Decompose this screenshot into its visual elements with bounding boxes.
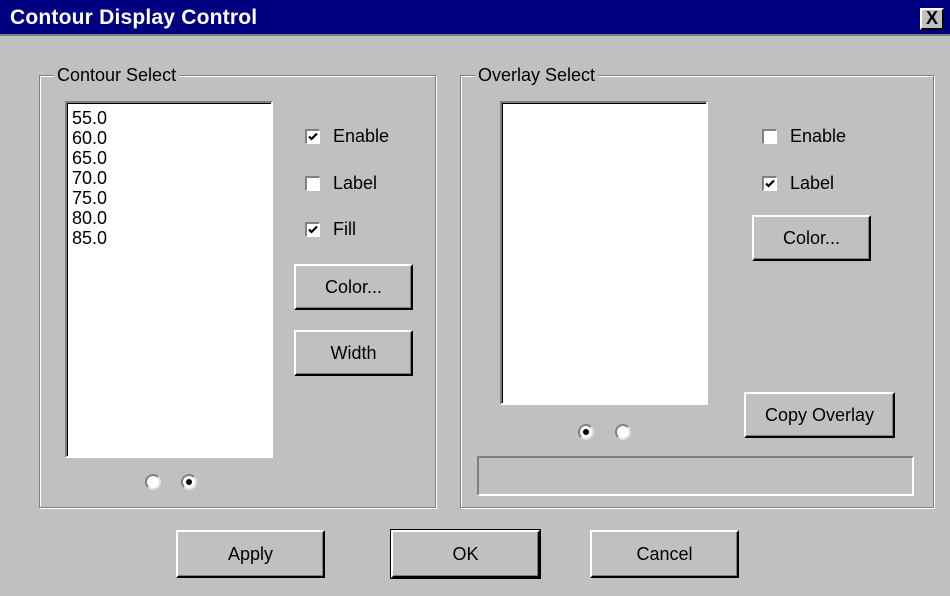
title-bar: Contour Display Control X <box>0 0 950 36</box>
overlay-list[interactable] <box>500 101 708 405</box>
radio-dot-icon <box>583 429 589 435</box>
contour-width-button[interactable]: Width <box>294 330 413 376</box>
radio-dot-icon <box>186 479 192 485</box>
checkbox-box[interactable] <box>305 222 320 237</box>
list-item[interactable]: 65.0 <box>67 148 271 168</box>
cancel-button[interactable]: Cancel <box>590 530 739 578</box>
contour-enable-checkbox[interactable]: Enable <box>305 126 389 147</box>
copy-overlay-button[interactable]: Copy Overlay <box>744 392 895 438</box>
list-item[interactable]: 60.0 <box>67 128 271 148</box>
contour-radio-1[interactable] <box>145 474 161 490</box>
checkbox-label: Enable <box>790 126 847 146</box>
overlay-status-field[interactable] <box>477 456 914 496</box>
checkmark-icon <box>308 132 318 141</box>
overlay-select-label: Overlay Select <box>475 64 599 86</box>
contour-levels-list[interactable]: 55.0 60.0 65.0 70.0 75.0 80.0 85.0 <box>65 101 273 458</box>
list-item[interactable]: 80.0 <box>67 208 271 228</box>
close-icon: X <box>925 8 938 28</box>
checkbox-box[interactable] <box>762 176 777 191</box>
checkbox-box[interactable] <box>762 129 777 144</box>
contour-fill-checkbox[interactable]: Fill <box>305 219 356 240</box>
checkmark-icon <box>308 225 318 234</box>
checkmark-icon <box>765 179 775 188</box>
checkbox-box[interactable] <box>305 176 320 191</box>
list-item[interactable]: 70.0 <box>67 168 271 188</box>
window-title: Contour Display Control <box>10 6 258 29</box>
overlay-radio-1[interactable] <box>578 424 594 440</box>
checkbox-label: Enable <box>333 126 390 146</box>
contour-color-button[interactable]: Color... <box>294 264 413 310</box>
list-item[interactable]: 55.0 <box>67 108 271 128</box>
checkbox-box[interactable] <box>305 129 320 144</box>
ok-button[interactable]: OK <box>390 529 541 579</box>
checkbox-label: Label <box>790 173 835 193</box>
overlay-radio-2[interactable] <box>615 424 631 440</box>
overlay-enable-checkbox[interactable]: Enable <box>762 126 846 147</box>
overlay-label-checkbox[interactable]: Label <box>762 173 834 194</box>
checkbox-label: Fill <box>333 219 356 239</box>
checkbox-label: Label <box>333 173 378 193</box>
overlay-color-button[interactable]: Color... <box>752 215 871 261</box>
contour-select-label: Contour Select <box>54 64 180 86</box>
list-item[interactable]: 85.0 <box>67 228 271 248</box>
apply-button[interactable]: Apply <box>176 530 325 578</box>
list-item[interactable]: 75.0 <box>67 188 271 208</box>
contour-label-checkbox[interactable]: Label <box>305 173 377 194</box>
contour-radio-2[interactable] <box>181 474 197 490</box>
close-button[interactable]: X <box>920 8 944 30</box>
